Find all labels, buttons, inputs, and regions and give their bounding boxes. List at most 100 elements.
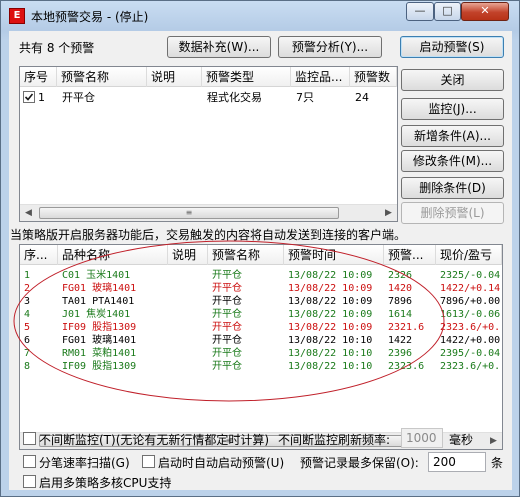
condition-monitor: 7只 — [296, 91, 314, 104]
dialog-client-area: 共有 8 个预警 数据补充(W)... 预警分析(Y)... 启动预警(S) 序… — [9, 31, 512, 490]
col-header-alert-name[interactable]: 预警名称 — [57, 67, 147, 87]
alert-time: 13/08/22 10:09 — [288, 270, 373, 281]
alert-product: TA01 PTA1401 — [62, 296, 135, 307]
col-header-desc[interactable]: 说明 — [168, 245, 208, 265]
delete-alert-button[interactable]: 删除预警(L) — [401, 202, 504, 224]
alert-current-pnl: 2325/-0.04 — [440, 270, 501, 281]
col-header-type[interactable]: 预警类型 — [202, 67, 291, 87]
refresh-rate-unit: 毫秒 — [449, 433, 474, 447]
alert-price: 1614 — [388, 309, 413, 320]
alert-name: 开平仓 — [212, 348, 242, 359]
edit-condition-button[interactable]: 修改条件(M)... — [401, 150, 504, 172]
checkmark-icon — [24, 93, 34, 101]
alert-price: 1420 — [388, 283, 413, 294]
add-condition-button[interactable]: 新增条件(A)... — [401, 125, 504, 147]
scroll-left-arrow-icon[interactable]: ◀ — [20, 205, 37, 221]
alert-product: RM01 菜粕1401 — [62, 348, 137, 359]
alert-current-pnl: 1613/-0.06 — [440, 309, 501, 320]
alert-seq: 4 — [24, 309, 31, 320]
alert-time: 13/08/22 10:10 — [288, 348, 373, 359]
alert-row[interactable]: 1 C01 玉米1401 开平仓 13/08/22 10:09 2326 2325/-0.… — [20, 269, 502, 282]
alert-count-label: 共有 8 个预警 — [19, 41, 95, 55]
alert-current-pnl: 1422/+0.00 — [440, 335, 501, 346]
alert-product: FG01 玻璃1401 — [62, 283, 137, 294]
alerts-header: 序... 品种名称 说明 预警名称 预警时间 预警... 现价/盈亏 — [20, 245, 502, 265]
alert-price: 2326 — [388, 270, 413, 281]
col-header-alert-count[interactable]: 预警数 — [350, 67, 397, 87]
max-records-input[interactable]: 200 — [428, 452, 486, 472]
window-title: 本地预警交易 - (停止) — [31, 10, 149, 24]
alert-trading-window: E 本地预警交易 - (停止) — □ ✕ 共有 8 个预警 数据补充(W)..… — [0, 0, 520, 497]
close-button[interactable]: 关闭 — [401, 69, 504, 91]
col-header-alert-time[interactable]: 预警时间 — [284, 245, 384, 265]
multicore-checkbox[interactable] — [23, 475, 36, 488]
close-window-button[interactable]: ✕ — [461, 2, 509, 21]
alert-row[interactable]: 5 IF09 股指1309 开平仓 13/08/22 10:09 2321.6 2323.… — [20, 321, 502, 334]
alert-time: 13/08/22 10:10 — [288, 335, 373, 346]
alert-current-pnl: 2323.6/+0. — [440, 322, 501, 333]
col-header-desc[interactable]: 说明 — [147, 67, 202, 87]
alert-seq: 5 — [24, 322, 31, 333]
conditions-hscrollbar[interactable]: ◀ ≡ ▶ — [20, 204, 397, 221]
auto-start-checkbox[interactable] — [142, 455, 155, 468]
alert-name: 开平仓 — [212, 335, 242, 346]
uninterrupted-monitor-checkbox[interactable] — [23, 432, 36, 445]
alert-product: J01 焦炭1401 — [62, 309, 131, 320]
alert-row[interactable]: 6 FG01 玻璃1401 开平仓 13/08/22 10:10 1422 1422/+0… — [20, 334, 502, 347]
conditions-list[interactable]: 序号 预警名称 说明 预警类型 监控品... 预警数 1 开平仓 程式化交易 7… — [19, 66, 398, 222]
condition-row[interactable]: 1 开平仓 程式化交易 7只 24 — [20, 91, 397, 104]
alert-time: 13/08/22 10:09 — [288, 296, 373, 307]
refresh-rate-input[interactable]: 1000 — [401, 428, 443, 448]
minimize-button[interactable]: — — [406, 2, 434, 21]
col-header-monitor[interactable]: 监控品... — [291, 67, 350, 87]
alert-product: FG01 玻璃1401 — [62, 335, 137, 346]
alerts-list[interactable]: 序... 品种名称 说明 预警名称 预警时间 预警... 现价/盈亏 1 C01 … — [19, 244, 503, 450]
col-header-product[interactable]: 品种名称 — [58, 245, 168, 265]
alert-current-pnl: 2395/-0.04 — [440, 348, 501, 359]
scroll-thumb[interactable]: ≡ — [39, 207, 339, 219]
tick-scan-checkbox[interactable] — [23, 455, 36, 468]
delete-condition-button[interactable]: 删除条件(D) — [401, 177, 504, 199]
col-header-seq[interactable]: 序... — [20, 245, 58, 265]
alert-seq: 7 — [24, 348, 31, 359]
max-records-unit: 条 — [491, 456, 504, 470]
max-records-label: 预警记录最多保留(O): — [300, 456, 419, 470]
alert-product: IF09 股指1309 — [62, 322, 137, 333]
start-alert-button[interactable]: 启动预警(S) — [400, 36, 504, 58]
alert-analysis-button[interactable]: 预警分析(Y)... — [278, 36, 382, 58]
alert-row[interactable]: 8 IF09 股指1309 开平仓 13/08/22 10:10 2323.6 2323.… — [20, 360, 502, 373]
col-header-current-pnl[interactable]: 现价/盈亏 — [436, 245, 502, 265]
scroll-right-arrow-icon[interactable]: ▶ — [380, 205, 397, 221]
col-header-alert-price[interactable]: 预警... — [384, 245, 436, 265]
col-header-alert-name[interactable]: 预警名称 — [208, 245, 284, 265]
auto-start-label: 启动时自动启动预警(U) — [158, 456, 285, 470]
condition-enabled-checkbox[interactable] — [23, 91, 35, 103]
col-header-no[interactable]: 序号 — [20, 67, 57, 87]
app-icon: E — [9, 8, 25, 24]
monitor-button[interactable]: 监控(J)... — [401, 98, 504, 120]
alert-seq: 8 — [24, 361, 31, 372]
alert-price: 2321.6 — [388, 322, 425, 333]
condition-name: 开平仓 — [62, 91, 95, 104]
tick-scan-label: 分笔速率扫描(G) — [39, 456, 130, 470]
server-notice: 当策略版开启服务器功能后，交易触发的内容将自动发送到连接的客户端。 — [10, 228, 407, 242]
alert-row[interactable]: 4 J01 焦炭1401 开平仓 13/08/22 10:09 1614 1613/-0.… — [20, 308, 502, 321]
alert-name: 开平仓 — [212, 296, 242, 307]
data-fill-button[interactable]: 数据补充(W)... — [167, 36, 271, 58]
title-bar[interactable]: E 本地预警交易 - (停止) — □ ✕ — [1, 1, 519, 31]
multicore-label: 启用多策略多核CPU支持 — [39, 476, 172, 490]
alert-row[interactable]: 3 TA01 PTA1401 开平仓 13/08/22 10:09 7896 7896/+… — [20, 295, 502, 308]
alert-time: 13/08/22 10:09 — [288, 283, 373, 294]
conditions-header: 序号 预警名称 说明 预警类型 监控品... 预警数 — [20, 67, 397, 87]
alert-current-pnl: 2323.6/+0. — [440, 361, 501, 372]
condition-alert-count: 24 — [355, 91, 369, 104]
alert-time: 13/08/22 10:09 — [288, 309, 373, 320]
alert-row[interactable]: 2 FG01 玻璃1401 开平仓 13/08/22 10:09 1420 1422/+0… — [20, 282, 502, 295]
alert-name: 开平仓 — [212, 283, 242, 294]
refresh-rate-label: 不间断监控刷新频率: — [278, 433, 391, 447]
scroll-right-arrow-icon[interactable]: ▶ — [485, 433, 502, 449]
condition-type: 程式化交易 — [207, 91, 262, 104]
alert-row[interactable]: 7 RM01 菜粕1401 开平仓 13/08/22 10:10 2396 2395/-0… — [20, 347, 502, 360]
alert-price: 7896 — [388, 296, 413, 307]
maximize-button[interactable]: □ — [434, 2, 461, 21]
